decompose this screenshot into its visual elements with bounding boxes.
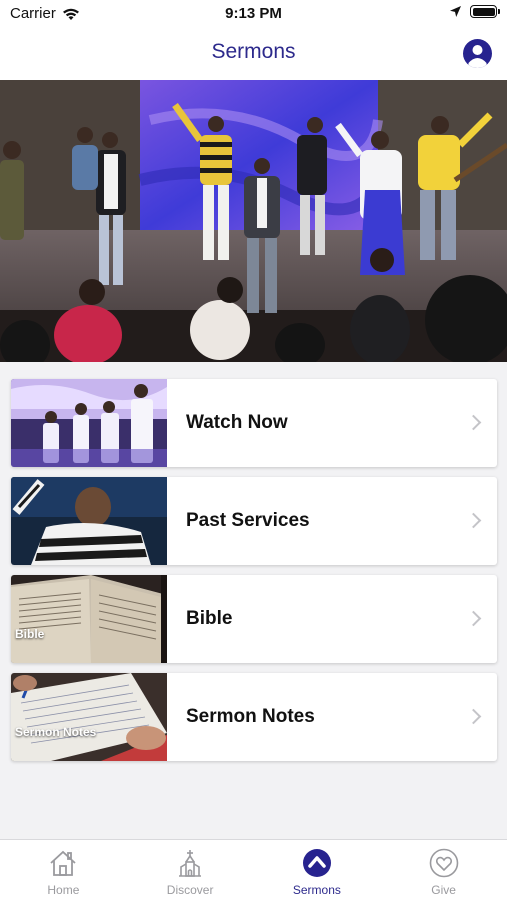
- tab-label: Discover: [166, 883, 214, 897]
- tab-discover[interactable]: Discover: [127, 840, 254, 900]
- nav-bar: Sermons: [0, 28, 507, 80]
- battery-icon: [470, 5, 500, 18]
- list-item-sermon-notes[interactable]: Sermon Notes Sermon Notes: [11, 673, 497, 761]
- tab-bar: Home Discover Sermons Give: [0, 839, 507, 900]
- status-bar: Carrier 9:13 PM: [0, 0, 507, 28]
- chevron-right-icon: [465, 610, 482, 627]
- tab-sermons[interactable]: Sermons: [254, 840, 381, 900]
- page-title: Sermons: [211, 40, 296, 63]
- list-item-watch-now[interactable]: Watch Now: [11, 379, 497, 467]
- heart-circle-icon: [429, 848, 459, 878]
- chevron-right-icon: [465, 512, 482, 529]
- chevron-right-icon: [465, 708, 482, 725]
- choir-photo-thumbnail: [11, 379, 167, 467]
- list-item-past-services[interactable]: Past Services: [11, 477, 497, 565]
- chevron-right-icon: [465, 414, 482, 431]
- tab-label: Sermons: [292, 883, 341, 897]
- list-item-label: Watch Now: [186, 412, 288, 433]
- hero-image: [0, 80, 507, 362]
- bible-photo-thumbnail: Bible: [11, 575, 167, 663]
- status-right: [449, 5, 500, 18]
- list-item-bible[interactable]: Bible Bible: [11, 575, 497, 663]
- notes-photo-thumbnail: Sermon Notes: [11, 673, 167, 761]
- preacher-photo-thumbnail: [11, 477, 167, 565]
- tab-label: Home: [47, 883, 80, 897]
- profile-button[interactable]: [463, 39, 492, 68]
- thumbnail-caption: Sermon Notes: [15, 725, 97, 739]
- status-time: 9:13 PM: [225, 5, 282, 22]
- tab-give[interactable]: Give: [380, 840, 507, 900]
- battery-fill: [472, 7, 495, 16]
- tab-label: Give: [431, 883, 456, 897]
- list-item-label: Past Services: [186, 510, 310, 531]
- thumbnail-caption: Bible: [15, 627, 45, 641]
- person-circle-icon: [468, 45, 487, 68]
- location-arrow-icon: [450, 6, 461, 17]
- tab-home[interactable]: Home: [0, 840, 127, 900]
- list-item-label: Bible: [186, 608, 233, 629]
- church-icon: [175, 848, 205, 878]
- list-item-label: Sermon Notes: [186, 706, 315, 727]
- house-icon: [48, 848, 78, 878]
- chevron-up-circle-icon: [302, 848, 332, 878]
